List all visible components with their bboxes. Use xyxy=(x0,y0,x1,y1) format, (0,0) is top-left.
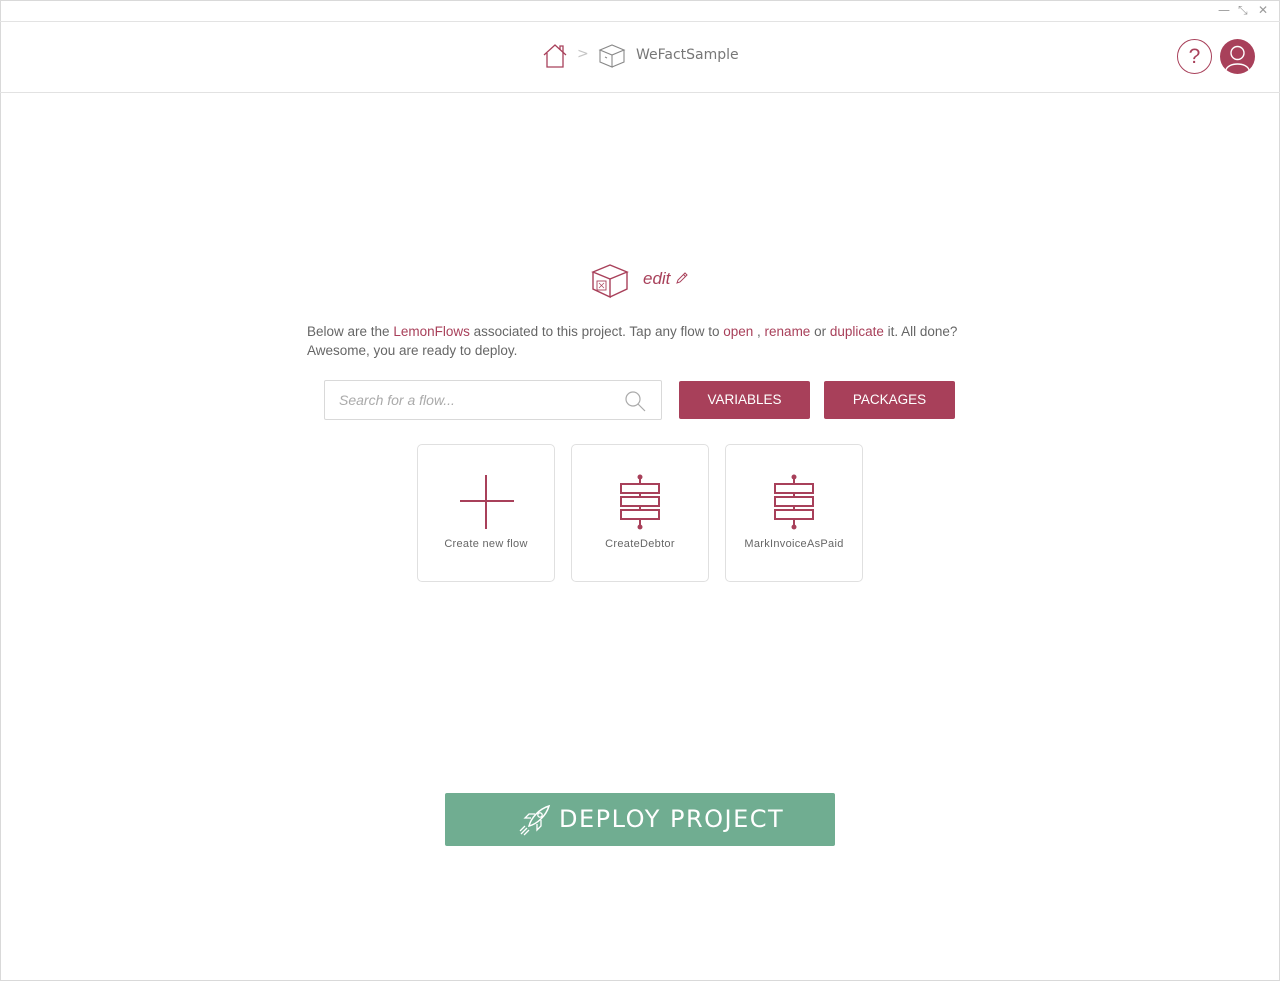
search-icon[interactable] xyxy=(623,389,647,417)
flow-card-createdebtor[interactable]: CreateDebtor xyxy=(571,444,709,582)
search-input[interactable] xyxy=(339,381,609,419)
user-icon xyxy=(1225,45,1250,71)
description-text: Below are the xyxy=(307,324,394,339)
flow-card-label: MarkInvoiceAsPaid xyxy=(744,538,844,550)
lemonflows-link[interactable]: LemonFlows xyxy=(393,324,470,339)
restore-button[interactable]: ⤡ xyxy=(1238,2,1248,18)
deploy-project-button[interactable]: DEPLOY PROJECT xyxy=(445,793,835,846)
breadcrumb-separator: > xyxy=(577,46,589,62)
flow-icon xyxy=(772,473,816,535)
duplicate-link[interactable]: duplicate xyxy=(830,324,884,339)
pencil-icon xyxy=(676,272,688,284)
close-button[interactable]: ✕ xyxy=(1258,2,1268,18)
rename-link[interactable]: rename xyxy=(765,324,811,339)
rocket-icon xyxy=(519,804,551,840)
deploy-label: DEPLOY PROJECT xyxy=(559,805,785,833)
variables-button[interactable]: VARIABLES xyxy=(679,381,810,419)
flow-card-label: CreateDebtor xyxy=(605,538,675,550)
description-text: associated to this project. Tap any flow… xyxy=(469,324,724,339)
flow-card-markinvoiceaspaid[interactable]: MarkInvoiceAsPaid xyxy=(725,444,863,582)
window-titlebar: — ⤡ ✕ xyxy=(0,0,1280,22)
project-box-icon xyxy=(590,262,630,304)
project-description: Below are the LemonFlows associated to t… xyxy=(307,322,967,360)
help-button[interactable]: ? xyxy=(1177,39,1212,74)
edit-label: edit xyxy=(643,269,671,288)
packages-button[interactable]: PACKAGES xyxy=(824,381,955,419)
description-text: , xyxy=(753,324,765,339)
create-new-flow-card[interactable]: Create new flow xyxy=(417,444,555,582)
breadcrumb-project-name[interactable]: WeFactSample xyxy=(636,47,739,63)
plus-icon xyxy=(458,473,514,533)
flow-search-box xyxy=(324,380,662,420)
edit-project-link[interactable]: edit xyxy=(643,269,688,289)
description-text: or xyxy=(810,324,830,339)
open-link[interactable]: open xyxy=(723,324,753,339)
minimize-button[interactable]: — xyxy=(1218,2,1230,18)
flow-icon xyxy=(618,473,662,535)
home-icon[interactable] xyxy=(541,42,569,74)
box-icon xyxy=(598,43,626,73)
user-avatar-button[interactable] xyxy=(1220,39,1255,74)
app-header: > WeFactSample ? xyxy=(0,22,1280,93)
flow-card-label: Create new flow xyxy=(444,538,528,550)
